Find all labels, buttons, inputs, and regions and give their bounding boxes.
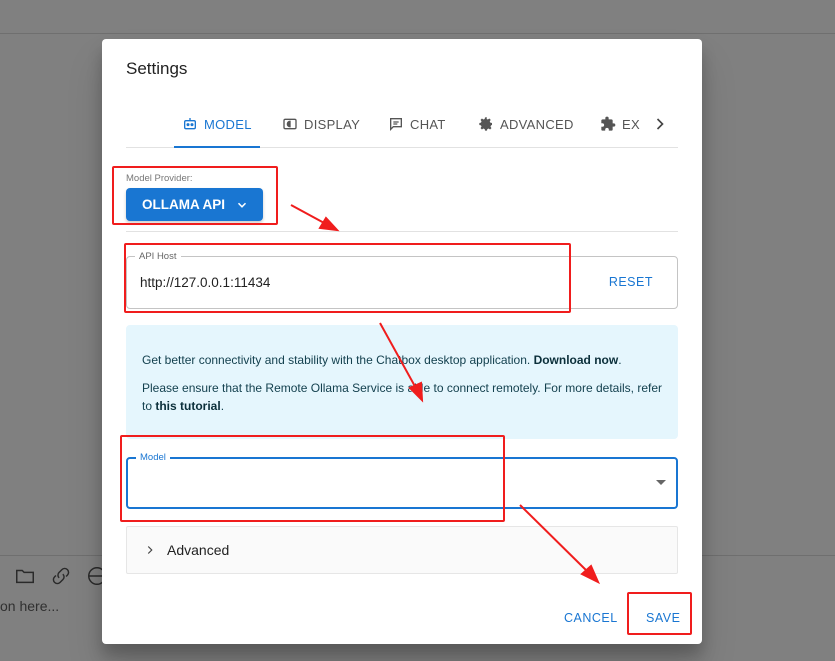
puzzle-icon xyxy=(601,116,616,131)
api-host-label: API Host xyxy=(135,251,181,262)
tab-display-label: DISPLAY xyxy=(304,116,361,132)
chevron-down-icon xyxy=(237,202,247,208)
api-host-field[interactable]: API Host http://127.0.0.1:11434 RESET xyxy=(126,251,678,309)
info-desktop-text: Get better connectivity and stability wi… xyxy=(142,353,622,367)
background-divider-top xyxy=(0,33,835,34)
provider-value: OLLAMA API xyxy=(142,197,225,212)
info-alert: Get better connectivity and stability wi… xyxy=(126,325,678,439)
background-toolbar xyxy=(14,565,108,587)
display-icon xyxy=(283,118,297,130)
tutorial-link[interactable]: this tutorial xyxy=(155,399,220,413)
api-host-input[interactable]: http://127.0.0.1:11434 xyxy=(140,275,270,290)
tab-extension-label: EX xyxy=(622,116,640,132)
section-divider xyxy=(126,231,678,232)
link-icon xyxy=(52,567,70,585)
settings-dialog: Settings MODEL DISPLAY CHAT ADVANCED EX … xyxy=(102,39,702,644)
tab-display[interactable]: DISPLAY xyxy=(282,101,360,147)
folder-icon xyxy=(16,569,34,584)
chevron-right-icon xyxy=(147,546,153,554)
tab-chat-label: CHAT xyxy=(410,116,446,132)
dropdown-caret-icon xyxy=(656,480,666,485)
save-button[interactable]: SAVE xyxy=(646,611,680,625)
robot-icon xyxy=(184,118,196,130)
info-remote-text: Please ensure that the Remote Ollama Ser… xyxy=(142,381,663,413)
advanced-accordion[interactable]: Advanced xyxy=(126,526,678,574)
tab-chat[interactable]: CHAT xyxy=(388,101,446,147)
provider-label: Model Provider: xyxy=(126,173,193,184)
model-select[interactable]: Model xyxy=(126,452,678,509)
tab-model[interactable]: MODEL xyxy=(174,101,260,148)
model-label: Model xyxy=(136,452,170,463)
background-input-placeholder: on here... xyxy=(0,598,60,614)
tab-model-label: MODEL xyxy=(204,116,252,132)
gear-icon xyxy=(479,117,492,131)
chat-icon xyxy=(390,118,402,131)
settings-tabs: MODEL DISPLAY CHAT ADVANCED EX xyxy=(126,101,678,148)
reset-button[interactable]: RESET xyxy=(609,275,653,289)
download-now-link[interactable]: Download now xyxy=(534,353,619,367)
cancel-button[interactable]: CANCEL xyxy=(564,611,618,625)
tab-advanced[interactable]: ADVANCED xyxy=(478,101,574,147)
chevron-right-icon[interactable] xyxy=(650,114,670,134)
tab-extension[interactable]: EX xyxy=(600,101,640,147)
provider-select-button[interactable]: OLLAMA API xyxy=(126,188,263,221)
dialog-title: Settings xyxy=(126,59,188,78)
tab-advanced-label: ADVANCED xyxy=(500,116,574,132)
advanced-label: Advanced xyxy=(167,542,230,558)
